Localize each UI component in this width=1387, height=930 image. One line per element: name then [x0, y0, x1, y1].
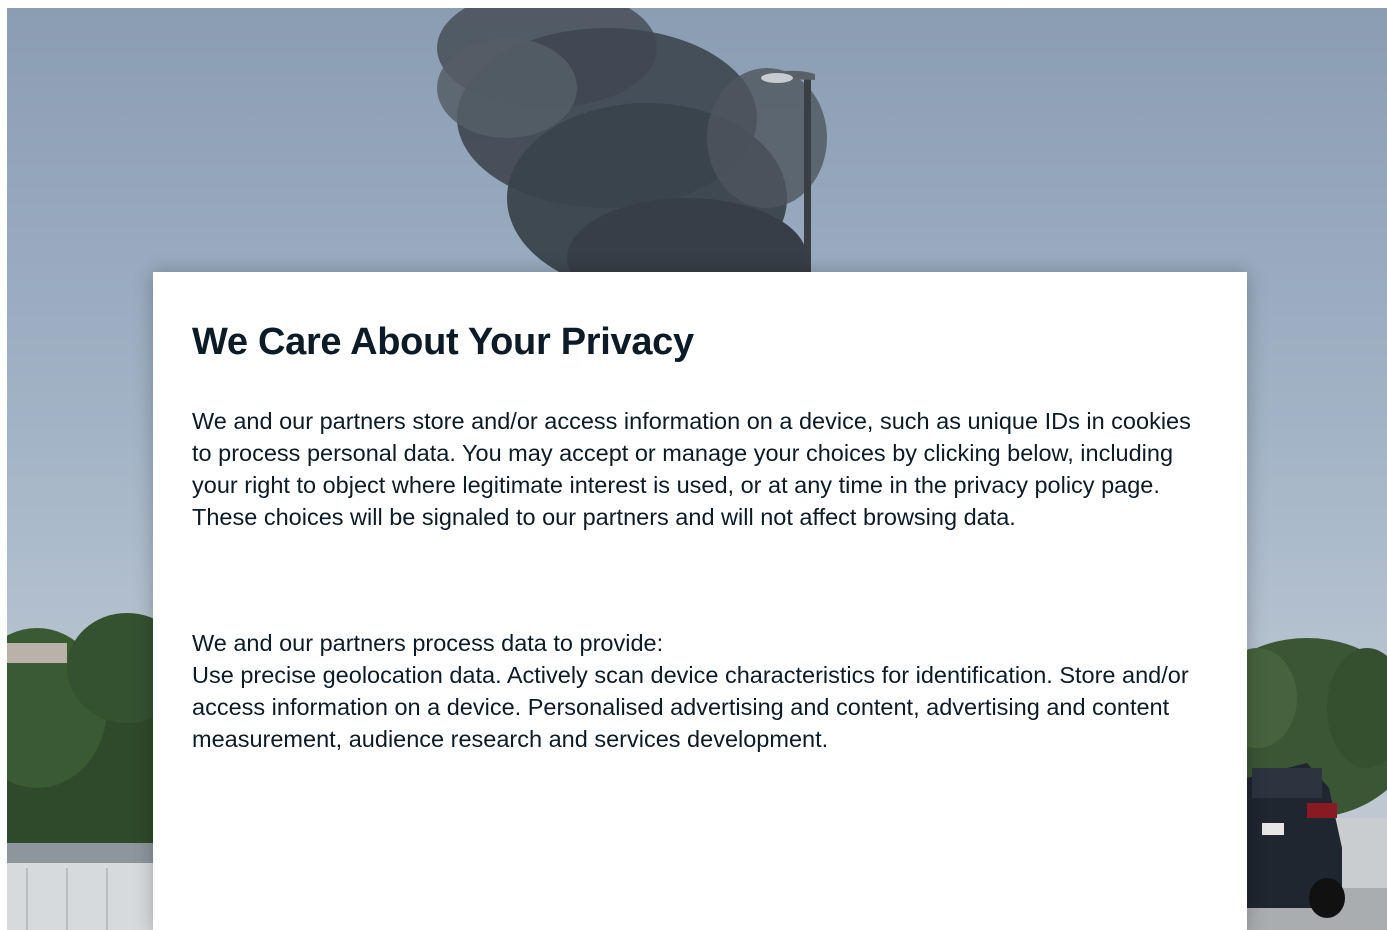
- purposes-text: Use precise geolocation data. Actively s…: [192, 662, 1189, 752]
- dialog-intro-text: We and our partners store and/or access …: [192, 408, 1191, 530]
- privacy-consent-dialog: We Care About Your Privacy We and our pa…: [153, 272, 1247, 930]
- purposes-section: We and our partners process data to prov…: [192, 627, 1208, 755]
- road-barrier-left: [7, 843, 157, 930]
- dialog-title: We Care About Your Privacy: [192, 321, 694, 363]
- purposes-heading: We and our partners process data to prov…: [192, 630, 664, 656]
- page: We Care About Your Privacy We and our pa…: [0, 0, 1387, 930]
